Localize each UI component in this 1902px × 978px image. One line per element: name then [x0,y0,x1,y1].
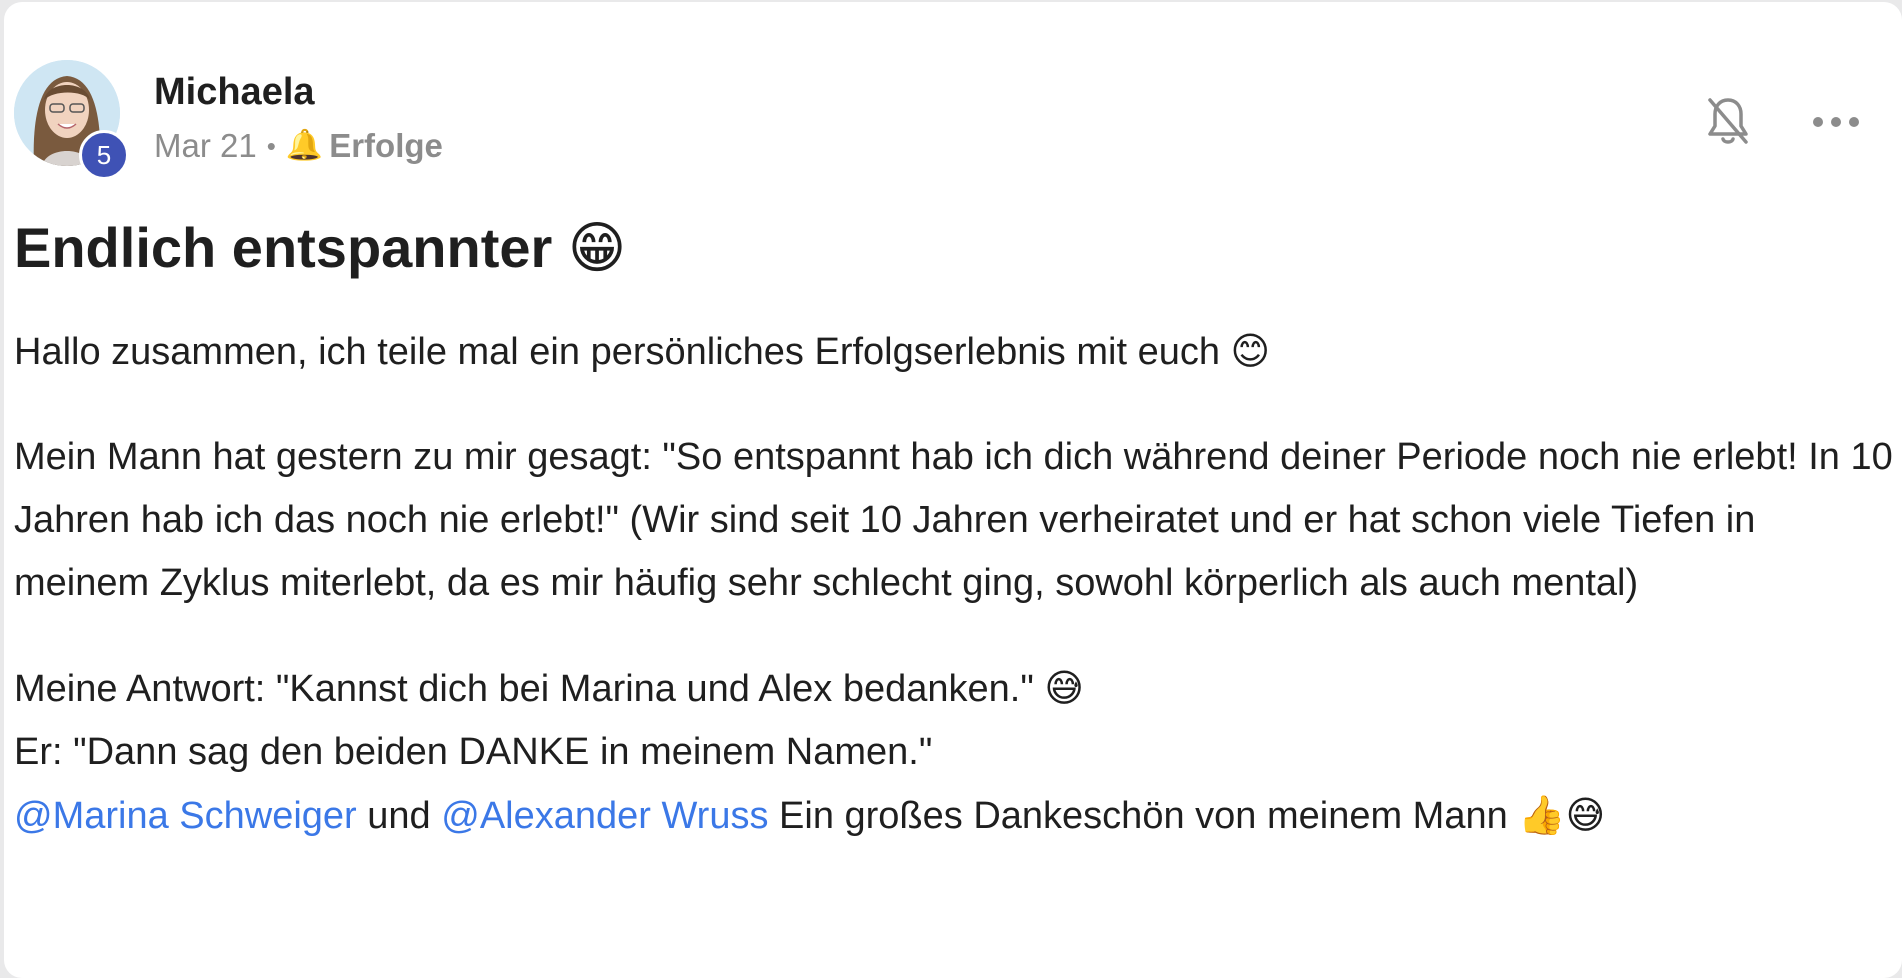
husband-line: Er: "Dann sag den beiden DANKE in meinem… [14,731,933,773]
paragraph-thanks: Meine Antwort: "Kannst dich bei Marina u… [14,657,1894,848]
bell-off-icon [1708,98,1748,144]
post-title: Endlich entspannter 😁 [14,214,626,282]
paragraph-story: Mein Mann hat gestern zu mir gesagt: "So… [14,436,1893,604]
smile-emoji: 😊 [1230,329,1271,373]
paragraph-intro-text: Hallo zusammen, ich teile mal ein persön… [14,331,1220,373]
answer-line: Meine Antwort: "Kannst dich bei Marina u… [14,668,1034,710]
post-card: 5 Michaela Mar 21 • 🔔 Erfolge Endlich en… [4,2,1902,978]
post-body: Hallo zusammen, ich teile mal ein persön… [14,320,1894,848]
mention-marina[interactable]: @Marina Schweiger [14,795,357,837]
post-title-text: Endlich entspannter [14,216,553,279]
bell-icon: 🔔 [285,128,324,164]
post-date: Mar 21 [154,126,257,164]
avatar-wrapper[interactable]: 5 [14,60,129,180]
separator-dot: • [266,130,276,161]
grin-emoji: 😁 [567,216,627,281]
post-actions [1698,92,1866,152]
author-name[interactable]: Michaela [154,71,443,114]
more-options-button[interactable] [1806,92,1866,152]
more-horizontal-icon [1813,117,1859,127]
thumbs-up-emoji: 👍😅 [1518,793,1606,837]
mention-alexander[interactable]: @Alexander Wruss [441,795,768,837]
category-link[interactable]: Erfolge [329,127,443,164]
mute-notifications-button[interactable] [1698,92,1758,152]
sweat-smile-emoji: 😅 [1044,666,1085,710]
thanks-line: Ein großes Dankeschön von meinem Mann [779,795,1508,837]
level-badge: 5 [79,130,129,180]
and-text: und [367,795,431,837]
post-subline: Mar 21 • 🔔 Erfolge [154,126,443,164]
post-header: 5 Michaela Mar 21 • 🔔 Erfolge [14,60,443,180]
post-meta: Michaela Mar 21 • 🔔 Erfolge [154,60,443,164]
paragraph-intro: Hallo zusammen, ich teile mal ein persön… [14,320,1894,384]
